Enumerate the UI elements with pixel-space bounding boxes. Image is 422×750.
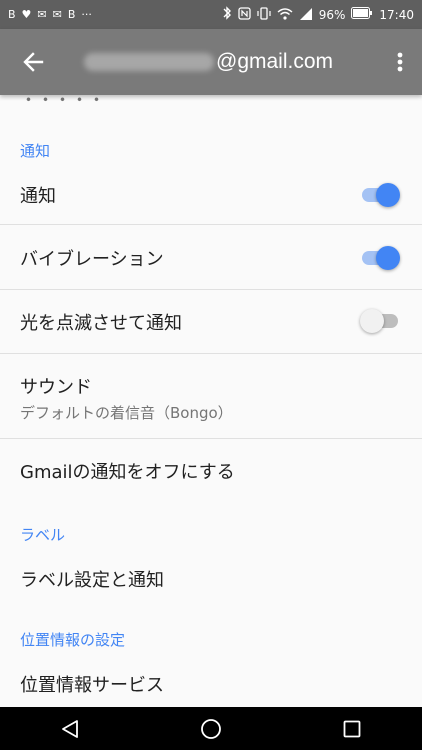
section-header-labels: ラベル: [20, 526, 66, 544]
system-nav-bar: [0, 707, 422, 750]
setting-vibration[interactable]: バイブレーション: [0, 225, 422, 289]
toggle-thumb: [376, 183, 400, 207]
setting-label: 通知: [20, 186, 56, 207]
setting-sublabel: デフォルトの着信音（Bongo）: [20, 404, 233, 422]
triangle-back-icon: [62, 719, 79, 738]
setting-location-services[interactable]: 位置情報サービス: [0, 655, 422, 707]
bluetooth-icon: [222, 6, 232, 23]
vibrate-icon: [257, 6, 271, 23]
square-recents-icon: [343, 720, 361, 737]
redacted-account-name: [84, 53, 214, 71]
notifications-toggle[interactable]: [360, 183, 400, 207]
setting-label: バイブレーション: [20, 249, 164, 270]
more-notifications-icon: ···: [81, 8, 92, 21]
notification-icon: B: [67, 8, 76, 21]
setting-label: サウンド: [20, 377, 92, 398]
mail-icon: ✉: [37, 8, 47, 21]
mail-icon: ✉: [52, 8, 62, 21]
signal-icon: [299, 7, 313, 23]
setting-light-notification[interactable]: 光を点滅させて通知: [0, 290, 422, 353]
setting-label: 光を点滅させて通知: [20, 313, 182, 334]
wifi-icon: [277, 7, 293, 23]
status-left: B ♥ ✉ ✉ B ···: [8, 9, 92, 20]
notification-icon: B: [8, 8, 16, 21]
more-vert-icon: [397, 52, 403, 72]
status-bar: B ♥ ✉ ✉ B ··· 96% 17:40: [0, 0, 422, 29]
clock: 17:40: [379, 7, 414, 22]
heart-icon: ♥: [21, 8, 32, 21]
setting-sound[interactable]: サウンド デフォルトの着信音（Bongo）: [0, 354, 422, 438]
setting-label: ラベル設定と通知: [20, 570, 164, 591]
setting-label: 位置情報サービス: [20, 675, 164, 696]
partially-hidden-item: ・・・・・: [20, 95, 105, 111]
setting-label-settings[interactable]: ラベル設定と通知: [0, 550, 422, 608]
toggle-thumb: [360, 309, 384, 333]
battery-percent: 96%: [318, 7, 346, 22]
nav-back-button[interactable]: [40, 707, 100, 750]
account-title: @gmail.com: [84, 29, 333, 95]
setting-gmail-notifications-off[interactable]: Gmailの通知をオフにする: [0, 439, 422, 501]
toggle-thumb: [376, 246, 400, 270]
battery-icon: [351, 7, 373, 22]
status-right: 96% 17:40: [222, 6, 414, 23]
nfc-icon: [238, 6, 251, 23]
nav-recents-button[interactable]: [322, 707, 382, 750]
section-header-location: 位置情報の設定: [20, 631, 126, 649]
overflow-menu-button[interactable]: [386, 41, 414, 83]
nav-home-button[interactable]: [181, 707, 241, 750]
settings-list: ・・・・・ 通知 通知 バイブレーション 光を点滅させて通知 サウンド デフォル…: [0, 95, 422, 707]
section-header-notifications: 通知: [20, 142, 51, 160]
vibration-toggle[interactable]: [360, 246, 400, 270]
arrow-back-icon: [23, 52, 44, 72]
setting-label: Gmailの通知をオフにする: [20, 462, 235, 483]
setting-notifications[interactable]: 通知: [0, 167, 422, 224]
circle-home-icon: [201, 718, 221, 739]
app-toolbar: @gmail.com: [0, 29, 422, 95]
account-email-suffix: @gmail.com: [216, 50, 334, 73]
back-button[interactable]: [12, 41, 54, 83]
light-toggle[interactable]: [360, 309, 400, 333]
